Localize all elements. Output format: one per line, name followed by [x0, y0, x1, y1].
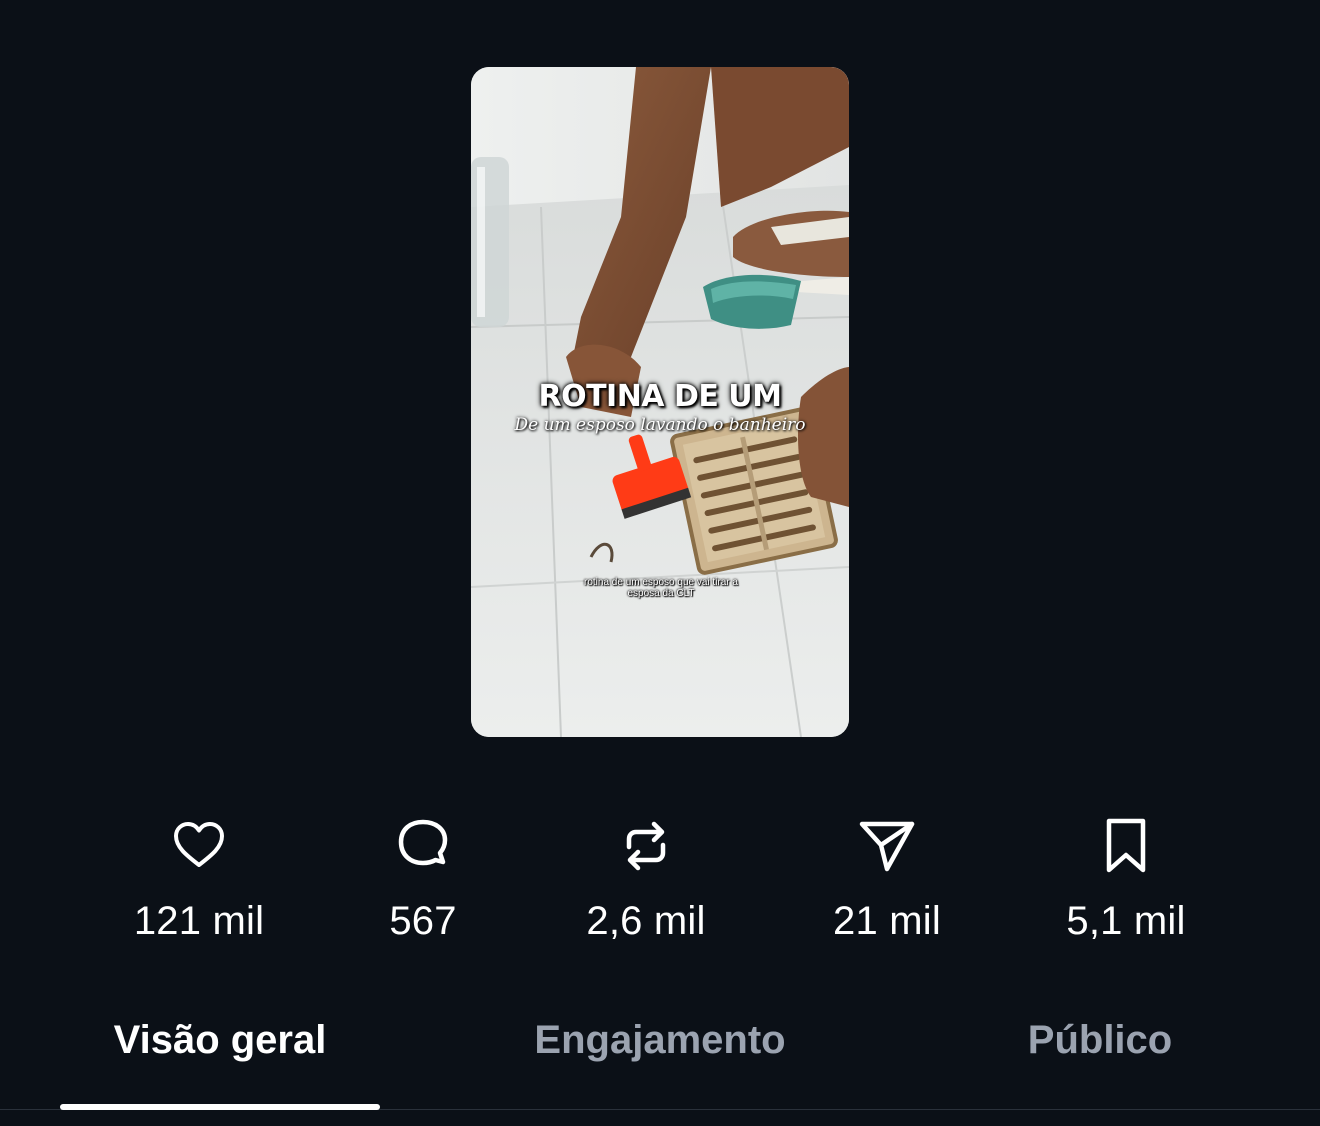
heart-icon [174, 822, 224, 867]
comments-count: 567 [389, 899, 457, 943]
reposts-count: 2,6 mil [586, 899, 706, 943]
active-tab-indicator [60, 1104, 380, 1110]
bookmark-icon [1106, 818, 1146, 873]
post-insights-screen: ROTINA DE UM De um esposo lavando o banh… [0, 0, 1320, 1126]
saves-count: 5,1 mil [1066, 899, 1186, 943]
stat-reposts[interactable]: 2,6 mil [546, 815, 746, 944]
tab-engagement[interactable]: Engajamento [500, 1018, 820, 1063]
tab-audience[interactable]: Público [940, 1018, 1260, 1063]
stat-shares[interactable]: 21 mil [787, 815, 987, 944]
likes-count: 121 mil [133, 899, 265, 943]
stat-likes[interactable]: 121 mil [99, 815, 299, 944]
tab-overview[interactable]: Visão geral [60, 1018, 380, 1063]
comment-icon [398, 819, 448, 866]
video-thumbnail[interactable]: ROTINA DE UM De um esposo lavando o banh… [471, 67, 849, 737]
repost-icon [626, 821, 666, 871]
video-overlay-subtitle: De um esposo lavando o banheiro [514, 415, 806, 435]
video-overlay-title: ROTINA DE UM [538, 379, 782, 414]
send-icon [859, 821, 915, 872]
shares-count: 21 mil [833, 899, 941, 943]
insights-tab-bar: Visão geral Engajamento Público [0, 1000, 1320, 1126]
stat-comments[interactable]: 567 [323, 815, 523, 944]
stat-saves[interactable]: 5,1 mil [1026, 815, 1226, 944]
video-overlay-caption: rotina de um esposo que vai tirar a espo… [584, 577, 738, 599]
